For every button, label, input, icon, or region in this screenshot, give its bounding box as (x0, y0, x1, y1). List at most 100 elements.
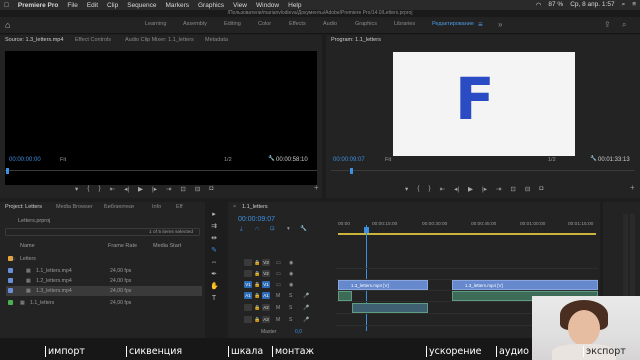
menu-graphics[interactable]: Graphics (198, 2, 224, 9)
master-value[interactable]: 0,0 (295, 329, 302, 335)
program-go-to-out-icon[interactable]: ⇥ (496, 185, 501, 193)
tab-audio-clip-mixer[interactable]: Audio Clip Mixer: 1.1_letters (125, 37, 194, 43)
app-name[interactable]: Premiere Pro (18, 2, 58, 9)
source-fit-select[interactable]: Fit (60, 157, 66, 163)
project-row[interactable]: ▭ Letters (6, 254, 202, 264)
tab-program[interactable]: Program: 1.1_letters (331, 37, 381, 43)
sync-lock-icon[interactable]: ▭ (276, 282, 281, 288)
tab-metadata[interactable]: Metadata (205, 37, 228, 43)
program-marker-icon[interactable]: ▾ (405, 185, 408, 193)
source-playhead[interactable] (6, 168, 9, 174)
program-step-back-icon[interactable]: ◂| (454, 185, 459, 193)
program-camera-icon[interactable]: ◘ (539, 185, 543, 193)
source-patch[interactable] (244, 316, 252, 323)
tab-source[interactable]: Source: 1.3_letters.mp4 (5, 37, 63, 43)
menu-list-icon[interactable]: ≡ (632, 1, 636, 9)
eye-icon[interactable]: ◉ (289, 271, 293, 277)
program-play-icon[interactable]: ▶ (468, 185, 473, 193)
program-scale-select[interactable]: 1/2 (548, 157, 556, 163)
mute-button[interactable]: M (276, 293, 280, 299)
tab-media-browser[interactable]: Media Browser (56, 204, 93, 210)
clock[interactable]: Ср, 8 апр. 1:57 (570, 1, 614, 9)
ws-tab-assembly[interactable]: Assembly (183, 21, 207, 27)
track-select-icon[interactable]: ⇉ (210, 223, 218, 231)
link-icon[interactable]: ∩ (255, 226, 259, 232)
razor-tool-icon[interactable]: ✎ (210, 247, 218, 255)
menu-file[interactable]: File (67, 2, 77, 9)
program-wrench-icon[interactable]: 🔧 (590, 156, 597, 162)
track-target[interactable]: A1 (262, 292, 270, 299)
col-media-start[interactable]: Media Start (153, 243, 181, 249)
timeline-close-icon[interactable]: × (233, 204, 236, 210)
timeline-settings-icon[interactable]: 🔧 (300, 226, 307, 232)
insert-seq-icon[interactable]: ⊡ (270, 226, 275, 232)
ws-tab-learning[interactable]: Learning (145, 21, 166, 27)
source-patch[interactable] (244, 259, 252, 266)
program-mark-out-icon[interactable]: } (428, 185, 430, 193)
menu-markers[interactable]: Markers (166, 2, 189, 9)
program-mark-in-icon[interactable]: { (417, 185, 419, 193)
track-target[interactable]: V1 (262, 281, 270, 288)
audio-clip-a[interactable] (338, 291, 352, 301)
search-icon[interactable]: ⌕ (622, 1, 626, 9)
solo-button[interactable]: S (289, 293, 292, 299)
source-video[interactable] (5, 51, 317, 185)
menu-help[interactable]: Help (288, 2, 301, 9)
lock-track-icon[interactable]: 🔒 (254, 271, 260, 277)
wifi-icon[interactable]: ◠ (536, 1, 542, 9)
label-color-swatch[interactable] (8, 268, 13, 273)
tab-sequence[interactable]: 1.1_letters (242, 204, 268, 210)
lift-icon[interactable]: ⊡ (510, 185, 515, 193)
eye-icon[interactable]: ◉ (289, 260, 293, 266)
project-row[interactable]: ▦ 1.3_letters.mp4 24,00 fps (6, 286, 202, 296)
marker-add-icon[interactable]: ▾ (287, 226, 290, 232)
step-back-icon[interactable]: ◂| (124, 185, 129, 193)
track-target[interactable]: V2 (262, 270, 270, 277)
eye-icon[interactable]: ◉ (289, 282, 293, 288)
lock-track-icon[interactable]: 🔒 (254, 260, 260, 266)
mark-in-icon[interactable]: { (87, 185, 89, 193)
help-search-icon[interactable]: ⌕ (622, 20, 626, 30)
pen-tool-icon[interactable]: ✒ (210, 271, 218, 279)
project-row[interactable]: ▦ 1.1_letters 24,00 fps (6, 298, 202, 308)
program-timecode[interactable]: 00:00:09:07 (333, 157, 365, 163)
type-tool-icon[interactable]: T (210, 295, 218, 303)
tab-libraries[interactable]: Библиотеки (104, 204, 134, 210)
overwrite-icon[interactable]: ⊟ (195, 185, 200, 193)
ws-tab-graphics[interactable]: Graphics (355, 21, 377, 27)
playhead-handle[interactable] (364, 227, 369, 233)
voice-over-icon[interactable]: 🎤 (303, 305, 309, 311)
go-to-in-icon[interactable]: ⇤ (110, 185, 115, 193)
program-go-to-in-icon[interactable]: ⇤ (440, 185, 445, 193)
sync-lock-icon[interactable]: ▭ (276, 271, 281, 277)
timeline-playhead[interactable] (366, 225, 367, 331)
mark-out-icon[interactable]: } (98, 185, 100, 193)
lock-track-icon[interactable]: 🔒 (254, 305, 260, 311)
col-name[interactable]: Name (20, 243, 35, 249)
ws-overflow-icon[interactable]: » (498, 20, 502, 29)
solo-button[interactable]: S (289, 305, 292, 311)
label-color-swatch[interactable] (8, 278, 13, 283)
project-row[interactable]: ▦ 1.2_letters.mp4 24,00 fps (6, 276, 202, 286)
label-color-swatch[interactable] (8, 300, 13, 305)
ws-tab-libraries[interactable]: Libraries (394, 21, 415, 27)
tab-effects[interactable]: Eff (176, 204, 183, 210)
ws-tab-effects[interactable]: Effects (289, 21, 306, 27)
ws-tab-editing-active[interactable]: Редактирование (432, 21, 474, 27)
project-row[interactable]: ▦ 1.1_letters.mp4 24,00 fps (6, 266, 202, 276)
ripple-edit-icon[interactable]: ⇹ (210, 235, 218, 243)
source-patch[interactable]: V1 (244, 281, 252, 288)
clip-v1-b[interactable]: 1.3_letters.mp4 [V] (452, 280, 598, 290)
home-icon[interactable]: ⌂ (5, 20, 15, 30)
camera-icon[interactable]: ◘ (209, 185, 213, 193)
source-patch[interactable]: A1 (244, 292, 252, 299)
mute-button[interactable]: M (276, 305, 280, 311)
slip-tool-icon[interactable]: ⇔ (210, 259, 218, 267)
program-scrubber[interactable] (331, 170, 635, 174)
ws-tab-color[interactable]: Color (258, 21, 271, 27)
insert-icon[interactable]: ⊡ (180, 185, 185, 193)
audio-clip-a2[interactable] (352, 303, 428, 313)
label-color-swatch[interactable] (8, 288, 13, 293)
step-forward-icon[interactable]: |▸ (152, 185, 157, 193)
menu-edit[interactable]: Edit (87, 2, 98, 9)
